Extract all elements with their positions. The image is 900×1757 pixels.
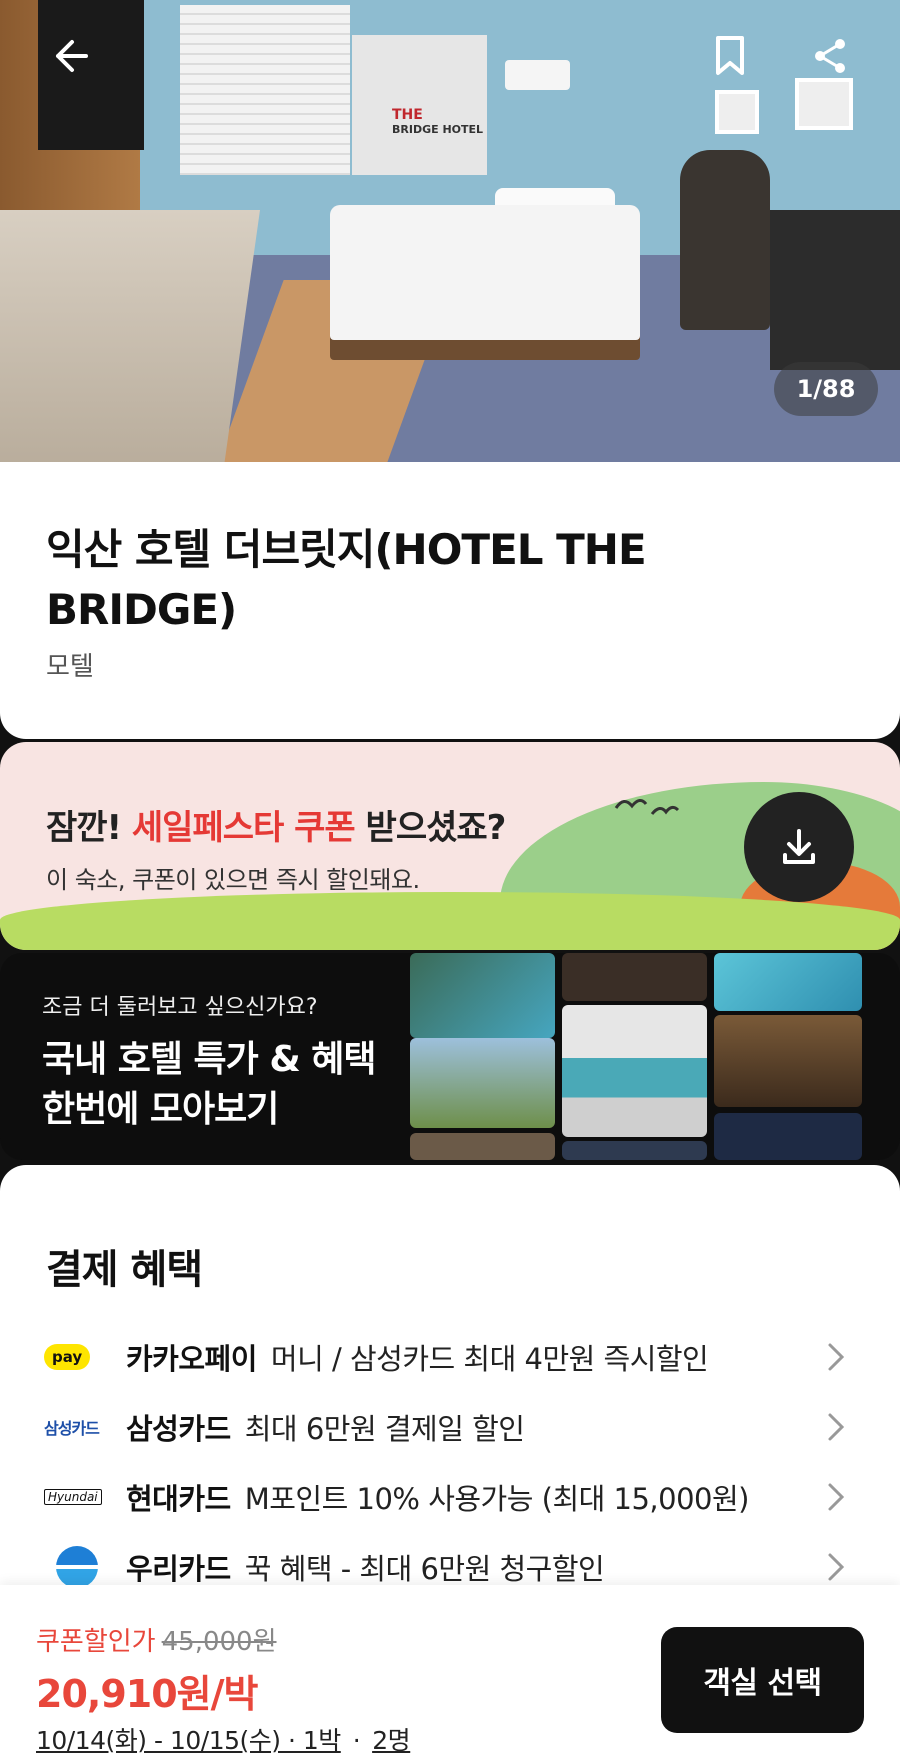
benefit-name: 카카오페이 [126,1342,257,1376]
bookmark-icon [716,36,744,75]
benefit-name: 현대카드 [126,1482,231,1516]
promo-thumbnail [562,953,707,1001]
benefit-row-kakaopay[interactable]: pay 카카오페이 머니 / 삼성카드 최대 4만원 즉시할인 [0,1327,900,1387]
promo-thumbnail [714,953,862,1011]
benefits-heading: 결제 혜택 [46,1247,203,1293]
promo-title: 국내 호텔 특가 & 혜택 한번에 모아보기 [42,1039,376,1130]
back-button[interactable] [40,26,100,86]
promo-thumbnail [714,1015,862,1107]
photo-projector-screen [352,35,487,175]
banner-field [0,892,900,950]
date-range[interactable]: 10/14(화) - 10/15(수) · 1박 [36,1726,341,1755]
photo-counter-badge: 1/88 [774,362,878,416]
photo-window-blind [180,5,350,175]
hero-photo[interactable]: THE BRIDGE HOTEL 1/88 [0,0,900,465]
wooricard-logo [56,1546,98,1588]
promo-thumbnail [410,953,555,1038]
photo-counter [0,210,261,465]
coupon-price-label: 쿠폰할인가 45,000원 [36,1627,277,1657]
coupon-banner[interactable]: 잠깐! 세일페스타 쿠폰 받으셨죠? 이 숙소, 쿠폰이 있으면 즉시 할인돼요… [0,742,900,950]
chevron-right-icon [828,1553,845,1581]
stay-dates[interactable]: 10/14(화) - 10/15(수) · 1박 · 2명 [36,1721,411,1757]
coupon-subtext: 이 숙소, 쿠폰이 있으면 즉시 할인돼요. [46,866,420,894]
benefit-desc: 머니 / 삼성카드 최대 4만원 즉시할인 [270,1342,709,1376]
select-room-button[interactable]: 객실 선택 [661,1627,864,1733]
original-price: 45,000원 [161,1627,277,1657]
hotel-deals-banner[interactable]: 조금 더 둘러보고 싶으신가요? 국내 호텔 특가 & 혜택 한번에 모아보기 [0,953,900,1160]
coupon-download-button[interactable] [744,792,854,902]
share-button[interactable] [800,26,860,86]
kakaopay-logo: pay [44,1344,91,1370]
benefit-row-samsung[interactable]: 삼성카드 삼성카드 최대 6만원 결제일 할인 [0,1397,900,1457]
benefit-desc: M포인트 10% 사용가능 (최대 15,000원) [244,1482,750,1516]
promo-thumbnail [410,1133,555,1160]
photo-air-conditioner [505,60,570,90]
coupon-headline: 잠깐! 세일페스타 쿠폰 받으셨죠? [46,808,506,848]
samsungcard-logo: 삼성카드 [44,1419,100,1438]
property-info-card: 익산 호텔 더브릿지(HOTEL THE BRIDGE) 모텔 [0,462,900,739]
birds-icon [614,799,680,815]
photo-frame [715,90,759,134]
benefit-name: 삼성카드 [126,1412,231,1446]
chevron-right-icon [828,1483,845,1511]
benefit-desc: 꾹 혜택 - 최대 6만원 청구할인 [244,1552,605,1586]
benefit-desc: 최대 6만원 결제일 할인 [244,1412,525,1446]
chevron-right-icon [828,1413,845,1441]
benefit-row-hyundai[interactable]: Hyundai 현대카드 M포인트 10% 사용가능 (최대 15,000원) [0,1467,900,1527]
promo-subtitle: 조금 더 둘러보고 싶으신가요? [42,995,318,1020]
property-title: 익산 호텔 더브릿지(HOTEL THE BRIDGE) [46,525,647,634]
promo-thumbnail [562,1005,707,1137]
guest-count[interactable]: 2명 [372,1726,410,1755]
promo-thumbnail [410,1038,555,1128]
booking-bottom-bar: 쿠폰할인가 45,000원 20,910원/박 10/14(화) - 10/15(… [0,1585,900,1757]
payment-benefits-section: 결제 혜택 pay 카카오페이 머니 / 삼성카드 최대 4만원 즉시할인 삼성… [0,1165,900,1595]
chevron-right-icon [828,1343,845,1371]
photo-bed [330,205,640,340]
download-icon [783,829,815,864]
hyundaicard-logo: Hyundai [44,1489,102,1505]
property-category: 모텔 [46,652,94,682]
promo-thumbnail [714,1113,862,1160]
arrow-left-icon [56,40,88,72]
photo-desk [770,210,900,370]
bookmark-button[interactable] [700,26,760,86]
benefit-name: 우리카드 [126,1552,231,1586]
separator: · [352,1726,361,1755]
photo-chair [680,150,770,330]
promo-thumbnail [562,1141,707,1160]
discounted-price: 20,910원/박 [36,1672,258,1716]
share-icon [815,39,845,73]
photo-hotel-sign: THE BRIDGE HOTEL [392,107,484,136]
